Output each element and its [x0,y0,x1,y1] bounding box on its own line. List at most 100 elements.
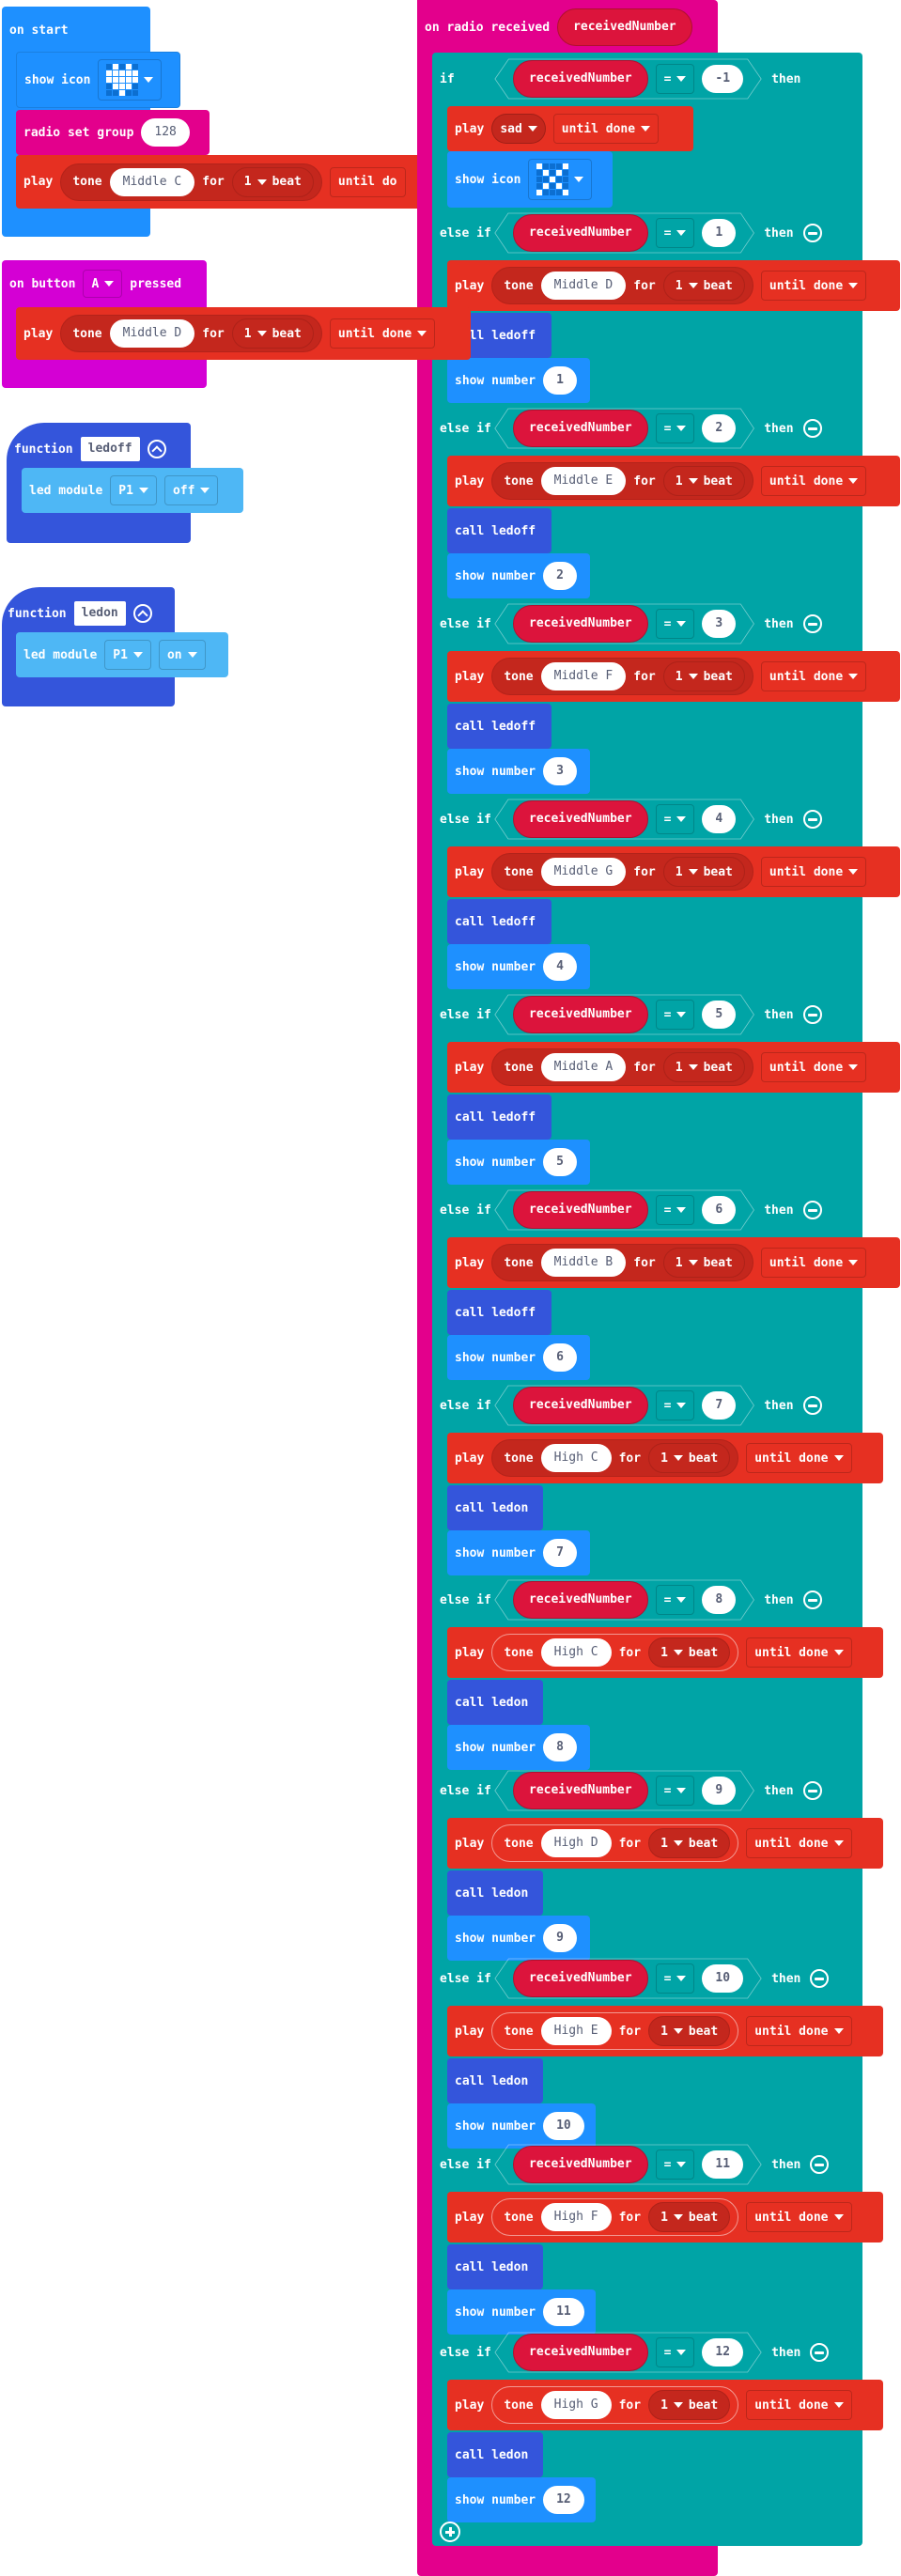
compare-value-input[interactable]: 7 [702,1391,737,1420]
play-tone-block[interactable]: play tone High F for 1 beat until done [447,2192,883,2242]
note-input[interactable]: Middle E [540,467,627,495]
received-number-var[interactable]: receivedNumber [513,1387,648,1424]
received-number-var[interactable]: receivedNumber [513,2334,648,2371]
compare-value-input[interactable]: 4 [702,805,737,833]
received-number-var[interactable]: receivedNumber [513,800,648,838]
received-number-var[interactable]: receivedNumber [513,214,648,252]
play-tone-block-button[interactable]: play tone Middle D for 1 beat until done [16,307,471,360]
number-input[interactable]: 4 [543,953,577,981]
equals-condition[interactable]: receivedNumber = 1 [492,212,756,254]
tone-reporter[interactable]: tone Middle A for 1 beat [491,1048,753,1086]
note-input[interactable]: High F [540,2203,612,2231]
play-tone-block[interactable]: play tone High E for 1 beat until done [447,2006,883,2056]
state-dropdown[interactable]: on [158,640,206,670]
play-tone-block[interactable]: play tone Middle B for 1 beat until done [447,1237,900,1288]
play-mode-dropdown[interactable]: until done [746,1443,852,1473]
received-number-var[interactable]: receivedNumber [513,410,648,447]
pin-dropdown[interactable]: P1 [104,640,151,670]
number-input[interactable]: 5 [543,1148,577,1176]
tone-reporter[interactable]: tone Middle C for 1 beat [60,163,322,201]
show-number-block[interactable]: show number 6 [447,1335,590,1380]
group-number-input[interactable]: 128 [141,118,190,147]
number-input[interactable]: 2 [543,562,577,590]
operator-dropdown[interactable]: = [655,2149,695,2180]
remove-else-if-icon[interactable] [802,1781,822,1800]
collapse-icon[interactable] [132,604,152,623]
compare-value-input[interactable]: -1 [702,65,744,93]
remove-else-if-icon[interactable] [802,1201,822,1219]
call-function-block[interactable]: call ledon [447,1680,543,1725]
compare-value-input[interactable]: 3 [702,610,737,638]
play-tone-block[interactable]: play tone High D for 1 beat until done [447,1818,883,1869]
tone-reporter[interactable]: tone Middle B for 1 beat [491,1244,753,1281]
beat-dropdown[interactable]: 1 beat [648,1828,731,1858]
equals-condition[interactable]: receivedNumber = 3 [492,603,756,644]
tone-reporter[interactable]: tone Middle D for 1 beat [60,315,322,352]
number-input[interactable]: 9 [543,1924,577,1952]
play-sound-block[interactable]: play sad until done [447,106,693,151]
beat-dropdown[interactable]: 1 beat [648,2202,731,2232]
compare-value-input[interactable]: 5 [702,1001,737,1029]
equals-condition[interactable]: receivedNumber = 6 [492,1189,756,1231]
equals-condition[interactable]: receivedNumber = 11 [492,2144,764,2185]
tone-reporter[interactable]: tone Middle E for 1 beat [491,462,753,500]
play-tone-block[interactable]: play tone High G for 1 beat until done [447,2380,883,2430]
play-tone-block[interactable]: play tone Middle A for 1 beat until done [447,1042,900,1093]
beat-dropdown[interactable]: 1 beat [662,661,745,691]
operator-dropdown[interactable]: = [655,609,695,639]
button-dropdown[interactable]: A [83,270,123,298]
play-mode-dropdown[interactable]: until done [746,1637,852,1668]
compare-value-input[interactable]: 12 [702,2338,744,2367]
equals-condition[interactable]: receivedNumber = 5 [492,994,756,1035]
play-mode-dropdown[interactable]: until done [746,1828,852,1858]
operator-dropdown[interactable]: = [655,1585,695,1615]
show-number-block[interactable]: show number 2 [447,553,590,598]
icon-picker[interactable] [98,59,163,101]
number-input[interactable]: 3 [543,757,577,785]
number-input[interactable]: 10 [543,2112,584,2140]
equals-condition[interactable]: receivedNumber = 7 [492,1385,756,1426]
compare-value-input[interactable]: 2 [702,414,737,442]
number-input[interactable]: 11 [543,2298,584,2326]
received-number-var[interactable]: receivedNumber [513,1191,648,1229]
function-name-input[interactable]: ledon [73,601,126,626]
led-module-block[interactable]: led module P1 on [16,632,228,677]
note-input[interactable]: High G [540,2391,612,2419]
operator-dropdown[interactable]: = [655,804,695,834]
remove-else-if-icon[interactable] [802,1591,822,1609]
play-mode-dropdown[interactable]: until done [760,466,867,496]
call-function-block[interactable]: call ledon [447,2432,543,2477]
received-number-var[interactable]: receivedNumber [513,605,648,643]
equals-condition[interactable]: receivedNumber = 2 [492,408,756,449]
note-input[interactable]: Middle D [540,272,627,300]
show-number-block[interactable]: show number 4 [447,944,590,989]
show-icon-block[interactable]: show icon [16,52,180,108]
show-number-block[interactable]: show number 8 [447,1725,590,1770]
tone-reporter[interactable]: tone Middle D for 1 beat [491,267,753,304]
remove-else-if-icon[interactable] [802,224,822,242]
play-tone-block-start[interactable]: play tone Middle C for 1 beat until do [16,155,429,209]
beat-dropdown[interactable]: 1 beat [662,857,745,887]
equals-condition[interactable]: receivedNumber = 4 [492,799,756,840]
play-mode-dropdown[interactable]: until done [552,114,660,144]
operator-dropdown[interactable]: = [655,64,695,94]
received-number-var[interactable]: receivedNumber [513,1581,648,1619]
number-input[interactable]: 7 [543,1539,577,1567]
show-icon-block[interactable]: show icon [447,151,613,208]
note-input[interactable]: Middle B [540,1249,627,1277]
operator-dropdown[interactable]: = [655,2337,695,2367]
tone-reporter[interactable]: tone High F for 1 beat [491,2198,739,2236]
play-tone-block[interactable]: play tone High C for 1 beat until done [447,1627,883,1678]
tone-reporter[interactable]: tone High E for 1 beat [491,2012,739,2050]
play-tone-block[interactable]: play tone Middle D for 1 beat until done [447,260,900,311]
add-else-if-icon[interactable] [440,2522,460,2542]
state-dropdown[interactable]: off [163,475,219,505]
number-input[interactable]: 1 [543,366,577,395]
show-number-block[interactable]: show number 1 [447,358,590,403]
beat-dropdown[interactable]: 1 beat [648,2390,731,2420]
call-function-block[interactable]: call ledon [447,1485,543,1530]
call-function-block[interactable]: call ledoff [447,1290,551,1335]
sound-dropdown[interactable]: sad [491,114,546,144]
show-number-block[interactable]: show number 12 [447,2477,596,2522]
call-function-block[interactable]: call ledoff [447,508,551,553]
